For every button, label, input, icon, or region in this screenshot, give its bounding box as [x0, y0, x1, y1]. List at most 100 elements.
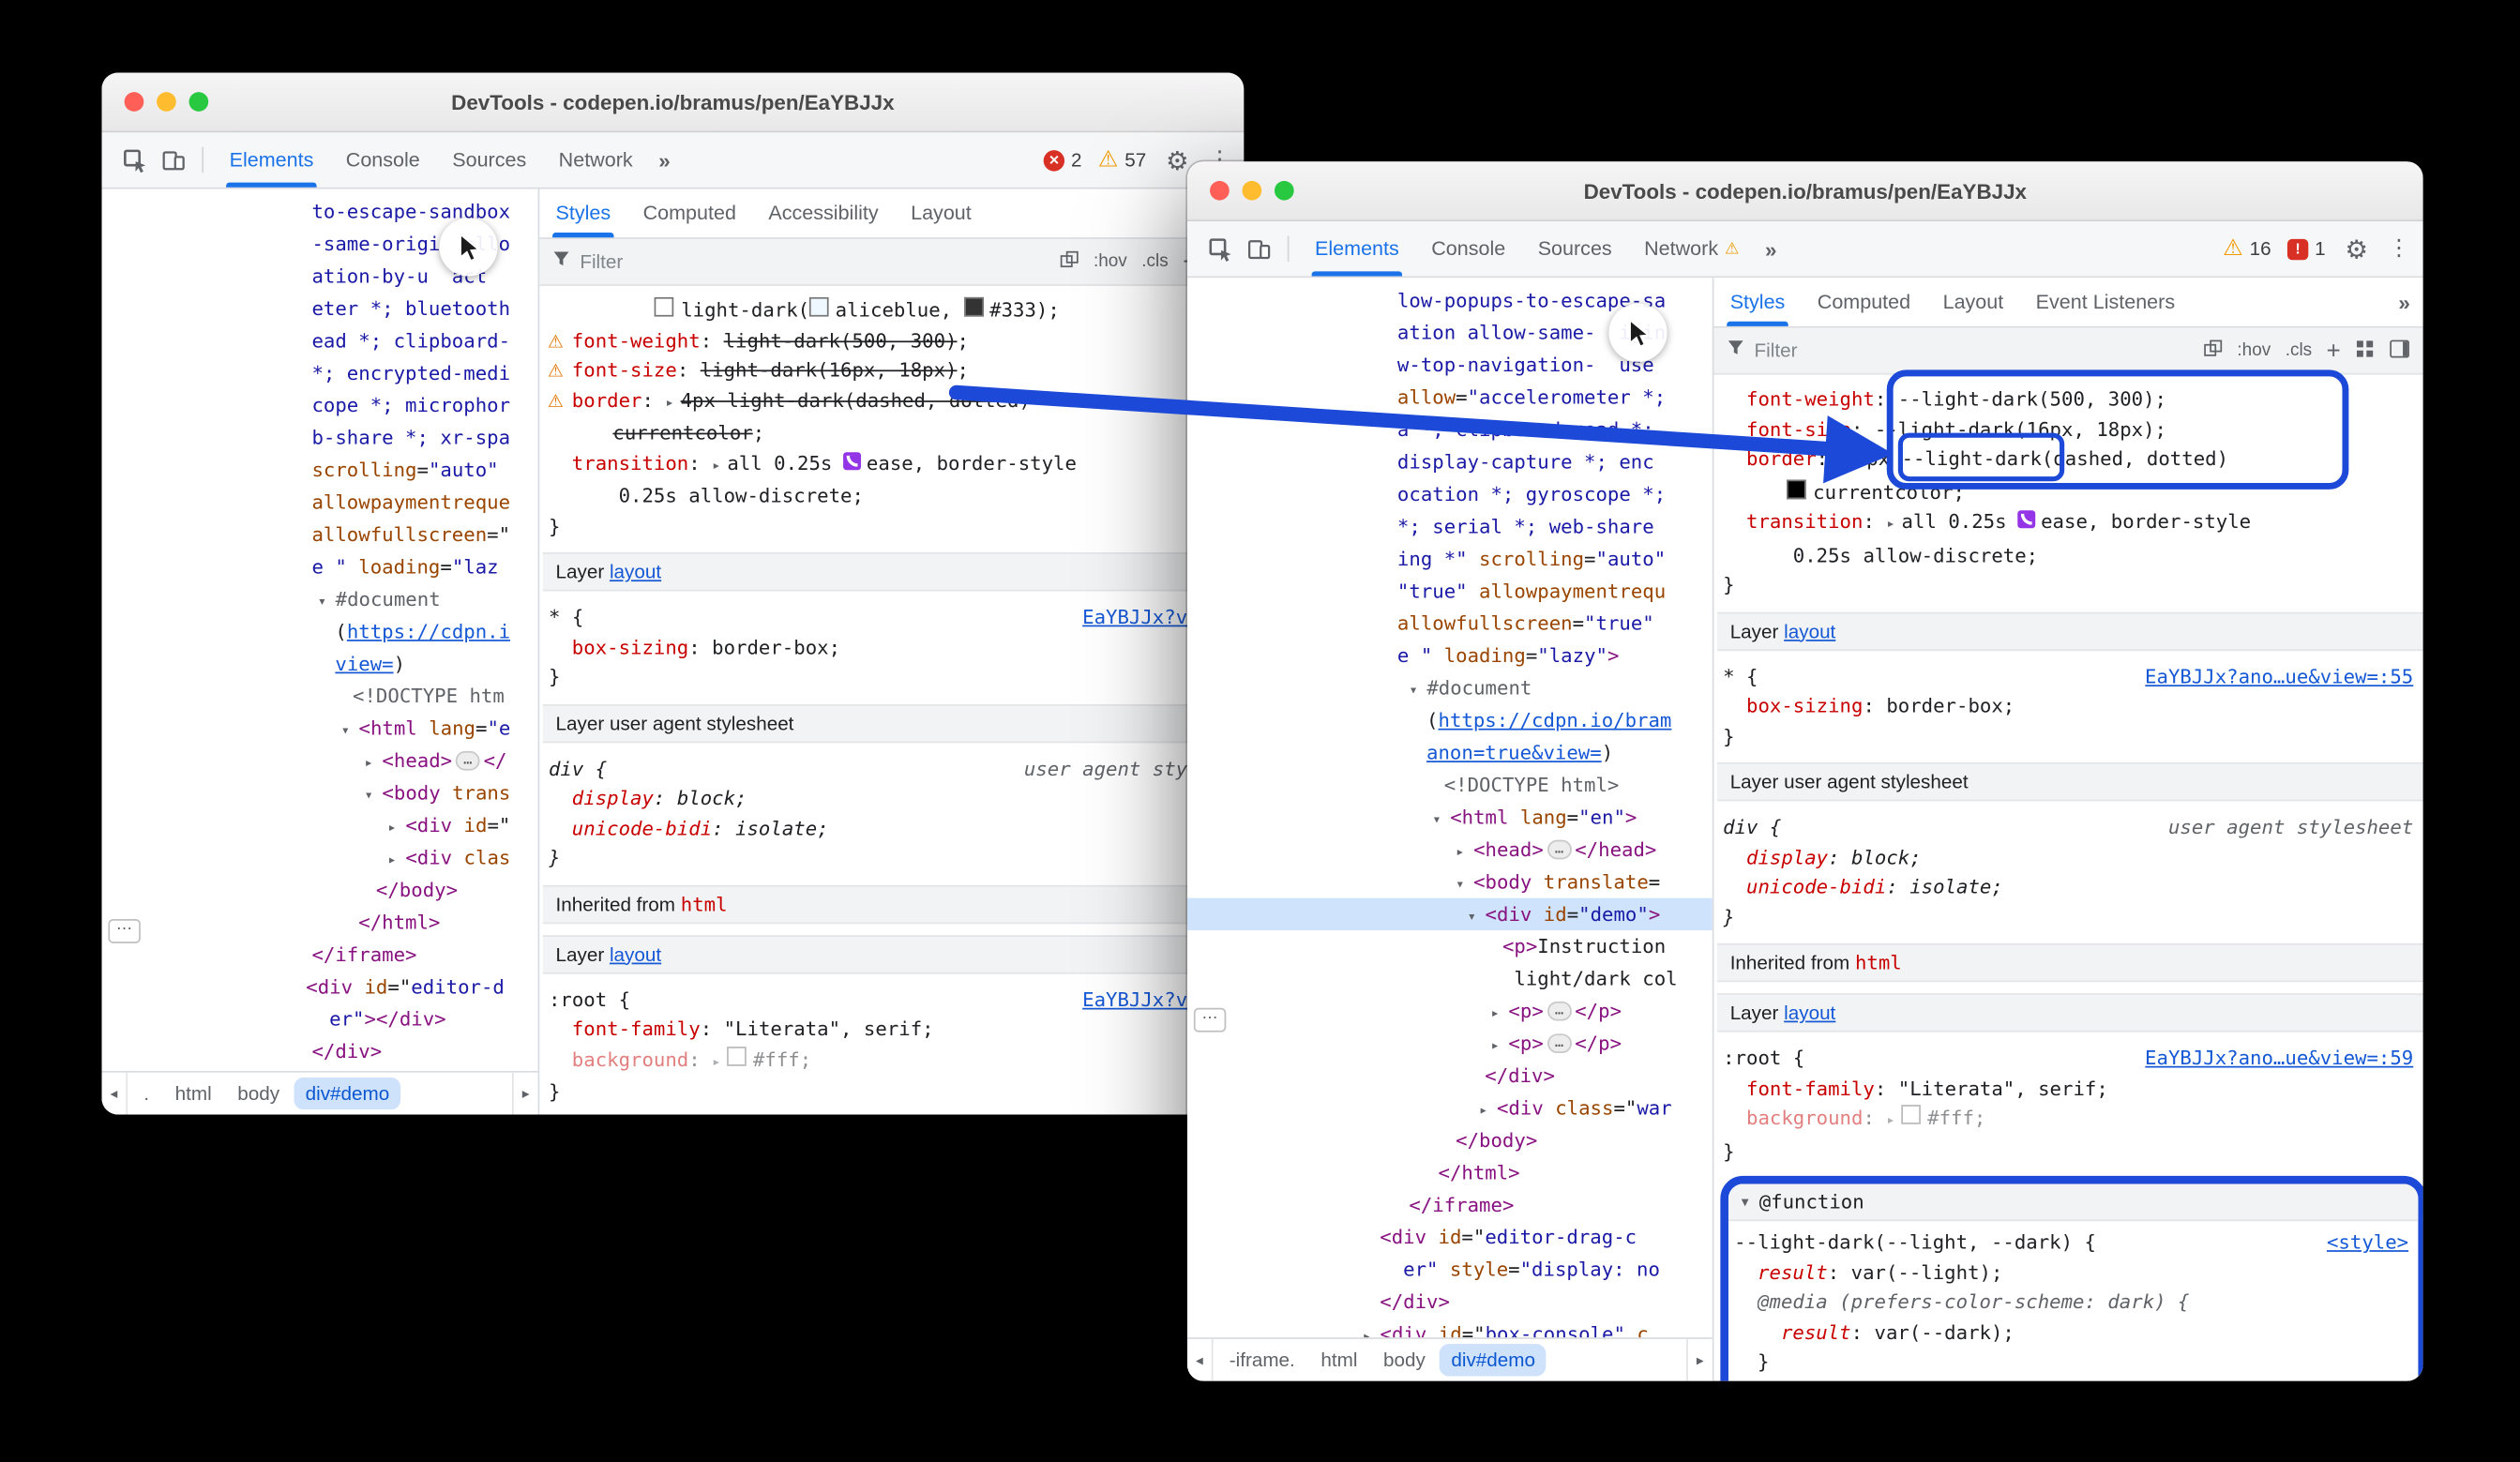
- inspect-element-icon[interactable]: [1200, 230, 1239, 268]
- tab-console[interactable]: Console: [330, 132, 436, 188]
- tab-network[interactable]: Network: [542, 132, 648, 188]
- style-declaration-line[interactable]: box-sizing: border-box;: [1717, 691, 2423, 721]
- dom-tree-line[interactable]: ing *" scrolling="auto": [1187, 543, 1713, 575]
- dom-tree-line[interactable]: <p>Instruction: [1187, 930, 1713, 962]
- dom-tree-line[interactable]: ocation *; gyroscope *;: [1187, 478, 1713, 510]
- more-panels-chevron-icon[interactable]: »: [1756, 236, 1787, 261]
- more-panels-chevron-icon[interactable]: »: [649, 148, 680, 173]
- style-declaration-line[interactable]: }: [543, 662, 1245, 692]
- style-declaration-line[interactable]: * {EaYBJJx?ano…ue&view=:55: [1717, 661, 2423, 691]
- function-rule-line[interactable]: result: var(--dark);: [1728, 1318, 2418, 1348]
- stab-event-listeners[interactable]: Event Listeners: [2019, 278, 2191, 326]
- breadcrumb-item-html[interactable]: html: [164, 1078, 223, 1109]
- breadcrumb-item-div#demo[interactable]: div#demo: [294, 1078, 401, 1109]
- layers-icon[interactable]: [1060, 249, 1079, 274]
- device-toolbar-icon[interactable]: [154, 141, 192, 179]
- dock-sidebar-icon[interactable]: [2389, 339, 2409, 363]
- style-declaration-line[interactable]: div {user agent stylesi: [543, 753, 1245, 783]
- titlebar[interactable]: DevTools - codepen.io/bramus/pen/EaYBJJx: [102, 73, 1245, 133]
- style-declaration-line[interactable]: currentcolor;: [543, 418, 1245, 448]
- styles-section-header[interactable]: Layer layout: [543, 934, 1245, 972]
- dom-tree-line[interactable]: ▸<head>…</: [102, 745, 538, 776]
- dom-tree-line[interactable]: ▸<div id="box-conso: [102, 1068, 538, 1071]
- style-declaration-line[interactable]: unicode-bidi: isolate;: [543, 813, 1245, 843]
- dom-tree-line[interactable]: to-escape-sandbox: [102, 195, 538, 227]
- stab-computed[interactable]: Computed: [626, 189, 752, 238]
- breadcrumb-item-iframe[interactable]: -iframe.: [1218, 1344, 1306, 1376]
- style-declaration-line[interactable]: background: ▸#fff;: [1717, 1103, 2423, 1136]
- style-declaration-line[interactable]: }: [543, 843, 1245, 873]
- dom-tree-line[interactable]: ▾#document: [1187, 672, 1713, 704]
- style-declaration-line[interactable]: ⚠font-size: light-dark(16px, 18px);: [543, 355, 1245, 385]
- more-sidebar-tabs-chevron-icon[interactable]: »: [2386, 290, 2423, 314]
- tab-console[interactable]: Console: [1415, 221, 1521, 277]
- dom-tree-line[interactable]: e " loading="laz: [102, 550, 538, 582]
- dom-tree-line[interactable]: </div>: [1187, 1286, 1713, 1318]
- dom-tree-line[interactable]: ▾<div id="demo">: [1187, 898, 1713, 930]
- breadcrumb-scroll-left-icon[interactable]: ◂: [1187, 1339, 1214, 1381]
- style-declaration-line[interactable]: border: ▸4px --light-dark(dashed, dotted…: [1717, 445, 2423, 477]
- dom-tree-line[interactable]: e " loading="lazy">: [1187, 640, 1713, 671]
- dom-tree-line[interactable]: <!DOCTYPE html>: [1187, 769, 1713, 801]
- dom-tree-line[interactable]: (https://cdpn.i: [102, 615, 538, 647]
- device-toolbar-icon[interactable]: [1239, 230, 1277, 268]
- dom-tree-line[interactable]: </body>: [102, 874, 538, 906]
- style-declaration-line[interactable]: background: ▸#fff;: [543, 1045, 1245, 1078]
- dom-tree-line[interactable]: ▾<html lang="en">: [1187, 801, 1713, 833]
- style-declaration-line[interactable]: :root {EaYBJJx?ano…ue&view=:59: [1717, 1044, 2423, 1074]
- styles-filter-input[interactable]: Filter: [580, 250, 623, 273]
- dom-tree-line[interactable]: view=): [102, 648, 538, 680]
- style-declaration-line[interactable]: div {user agent stylesheet: [1717, 812, 2423, 842]
- dom-tree-line[interactable]: ▸<p>…</p>: [1187, 1027, 1713, 1059]
- dom-tree-line[interactable]: -same-origi allo: [102, 228, 538, 260]
- style-declaration-line[interactable]: }: [1717, 570, 2423, 600]
- style-declaration-line[interactable]: ⚠font-weight: light-dark(500, 300);: [543, 325, 1245, 355]
- dom-tree-line[interactable]: allowfullscreen=": [102, 519, 538, 550]
- style-declaration-line[interactable]: currentcolor;: [1717, 477, 2423, 507]
- dom-tree-line[interactable]: ▾<html lang="e: [102, 713, 538, 745]
- styles-section-header[interactable]: Inherited from html: [543, 884, 1245, 923]
- zoom-button[interactable]: [189, 92, 209, 112]
- styles-section-header[interactable]: Inherited from html: [1717, 943, 2423, 982]
- dom-tree-line[interactable]: ▸<div clas: [102, 841, 538, 873]
- layers-icon[interactable]: [2203, 339, 2223, 363]
- stab-accessibility[interactable]: Accessibility: [752, 189, 895, 238]
- element-classes-button[interactable]: .cls: [2286, 340, 2312, 360]
- style-declaration-line[interactable]: font-weight: --light-dark(500, 300);: [1717, 384, 2423, 414]
- dom-tree-line[interactable]: <!DOCTYPE htm: [102, 680, 538, 712]
- breadcrumb-scroll-right-icon[interactable]: ▸: [512, 1073, 538, 1115]
- dom-tree-line[interactable]: ▾#document: [102, 583, 538, 615]
- new-style-rule-button[interactable]: +: [2327, 337, 2341, 364]
- dom-tree-line[interactable]: ead *; clipboard-: [102, 324, 538, 356]
- stab-layout[interactable]: Layout: [1926, 278, 2019, 326]
- dom-tree-line[interactable]: low-popups-to-escape-sa: [1187, 284, 1713, 316]
- rule-source-link[interactable]: EaYBJJx?ano…ue&view=:59: [2145, 1044, 2423, 1074]
- minimize-button[interactable]: [1243, 181, 1262, 201]
- style-declaration-line[interactable]: font-family: "Literata", serif;: [1717, 1074, 2423, 1104]
- dom-tree-line[interactable]: <div id="editor-d: [102, 971, 538, 1002]
- tab-elements[interactable]: Elements: [213, 132, 329, 188]
- stab-styles[interactable]: Styles: [1713, 278, 1801, 326]
- dom-tree-line[interactable]: </html>: [102, 906, 538, 938]
- dom-tree-line[interactable]: ation allow-same- igin: [1187, 317, 1713, 349]
- breadcrumb-scroll-left-icon[interactable]: ◂: [102, 1073, 128, 1115]
- style-declaration-line[interactable]: }: [543, 511, 1245, 541]
- dom-tree-line[interactable]: cope *; microphor: [102, 389, 538, 421]
- settings-gear-icon[interactable]: ⚙: [2345, 234, 2368, 264]
- function-rule-line[interactable]: @media (prefers-color-scheme: dark) {: [1728, 1288, 2418, 1318]
- issues-badge[interactable]: !1: [2287, 237, 2326, 260]
- style-declaration-line[interactable]: * {EaYBJJx?view=: [543, 602, 1245, 632]
- style-declaration-line[interactable]: }: [1717, 1137, 2423, 1167]
- style-declaration-line[interactable]: }: [1717, 902, 2423, 932]
- dom-tree-line[interactable]: display-capture *; enc: [1187, 445, 1713, 477]
- dom-tree-line[interactable]: ▸<div id="box-console" c: [1187, 1318, 1713, 1337]
- tab-sources[interactable]: Sources: [436, 132, 542, 188]
- breadcrumb-item-html[interactable]: html: [1309, 1344, 1368, 1376]
- styles-section-header[interactable]: Layer user agent stylesheet: [543, 703, 1245, 742]
- dom-tree-line[interactable]: ▸<p>…</p>: [1187, 995, 1713, 1027]
- warnings-badge[interactable]: ⚠16: [2223, 235, 2271, 262]
- style-declaration-line[interactable]: display: block;: [543, 783, 1245, 813]
- dom-tree-line[interactable]: ation-by-u act: [102, 260, 538, 292]
- rule-source-link[interactable]: <style>: [2327, 1228, 2418, 1258]
- warnings-badge[interactable]: ⚠57: [1098, 147, 1147, 173]
